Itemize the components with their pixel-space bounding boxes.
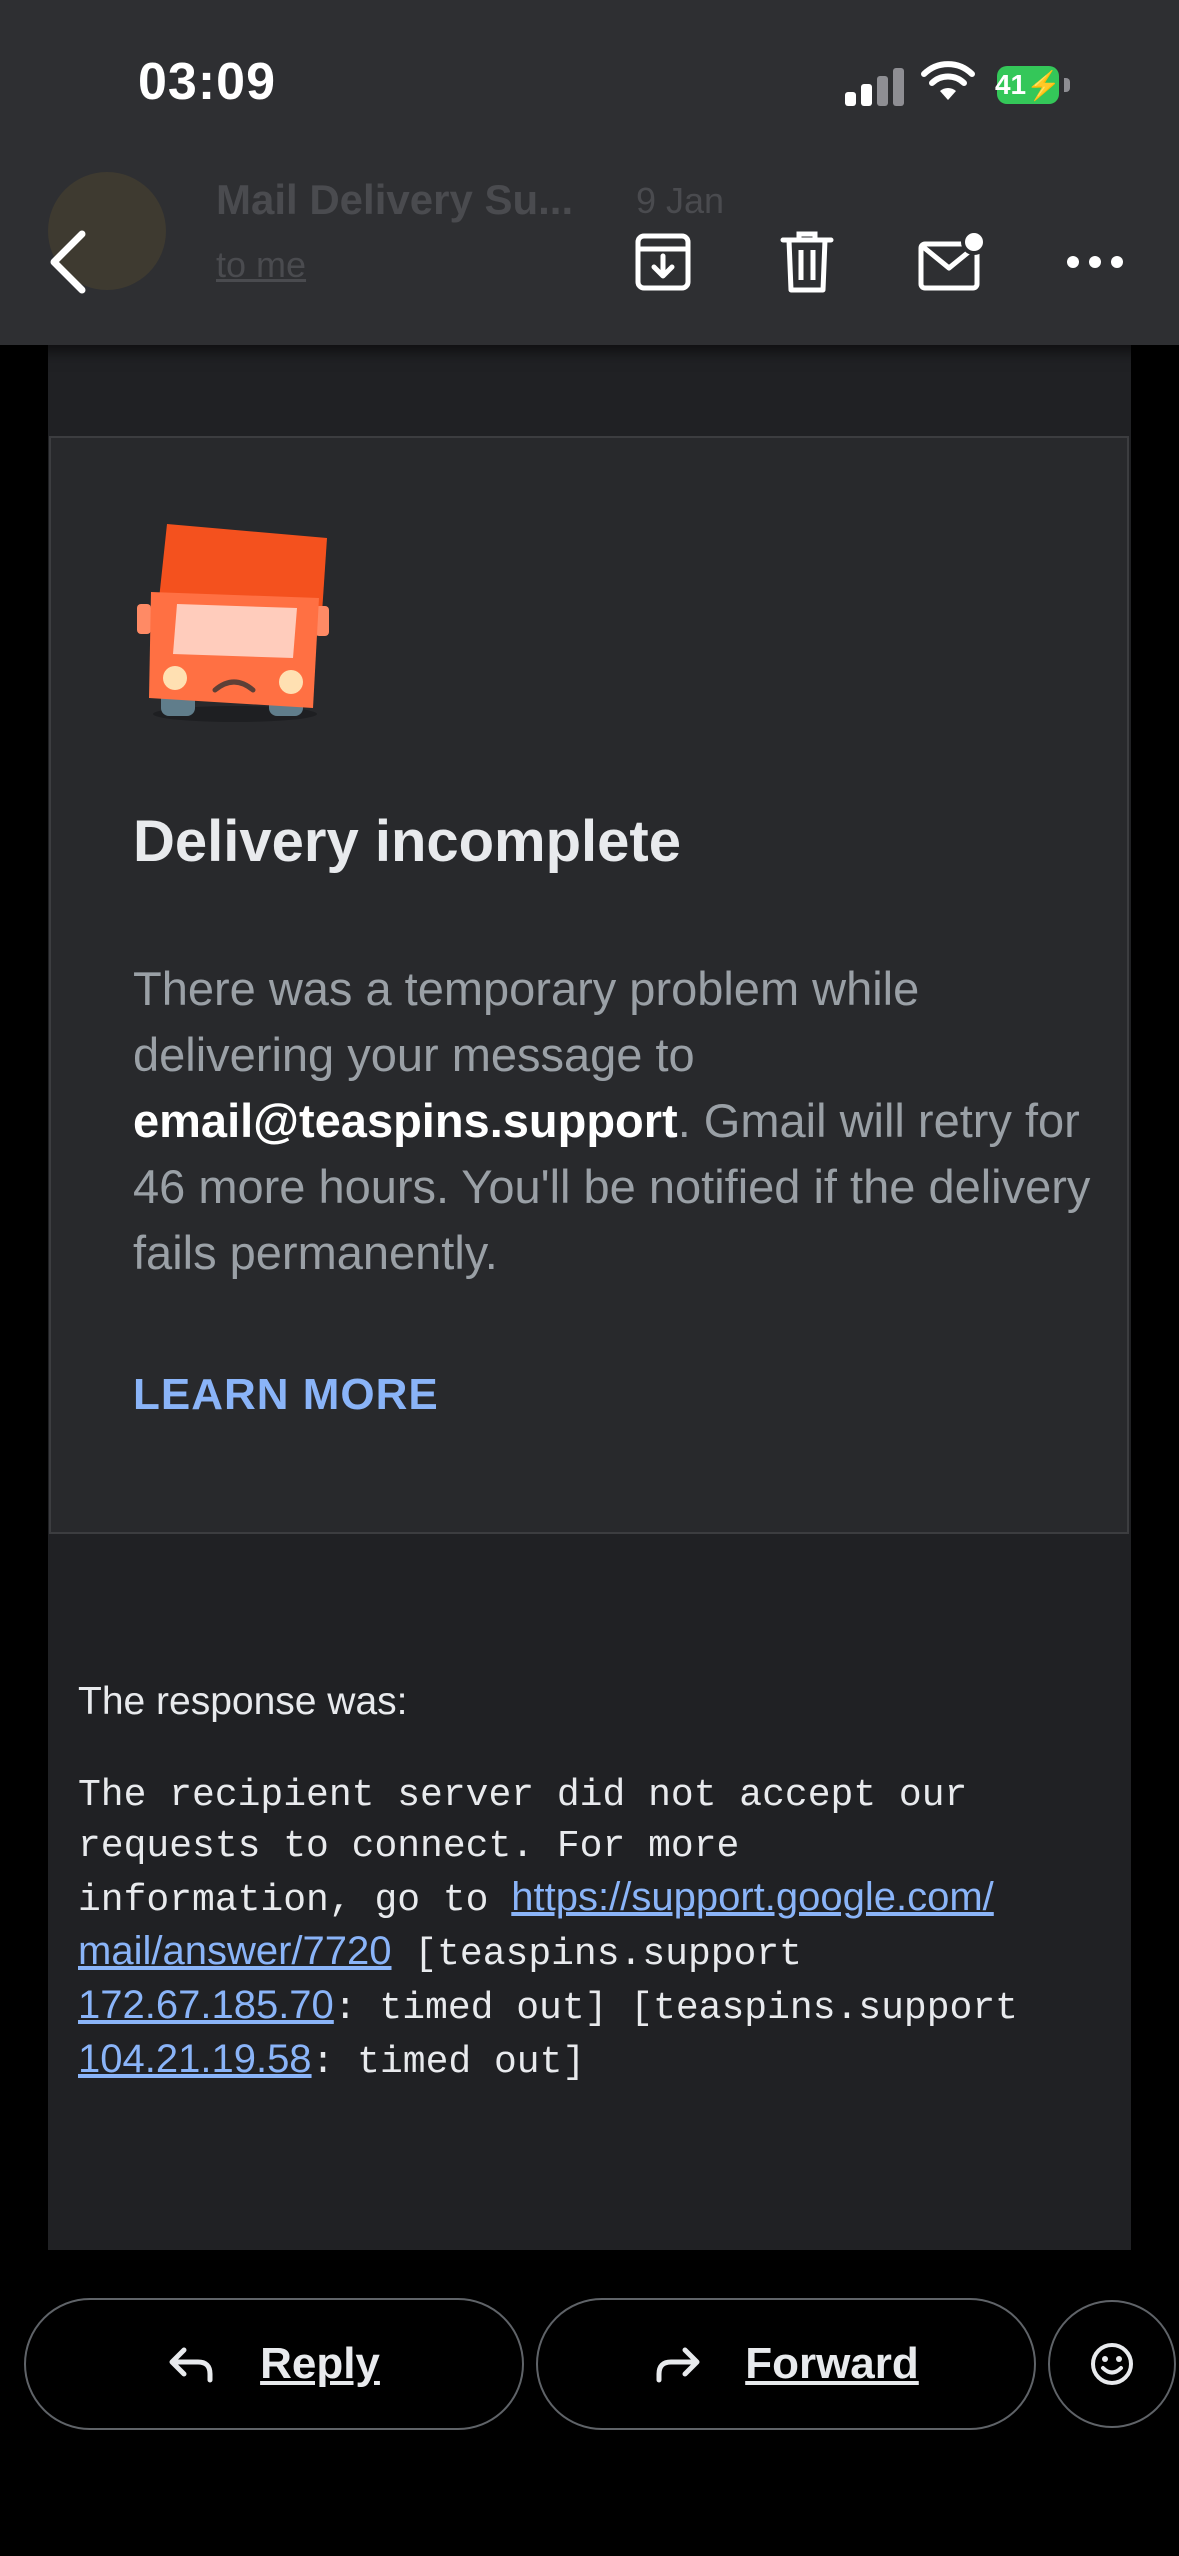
ip-link-1[interactable]: 172.67.185.70 — [78, 1983, 334, 2027]
card-title: Delivery incomplete — [133, 809, 681, 874]
reply-icon — [169, 2347, 213, 2383]
support-link[interactable]: https://support.google.com/ — [511, 1875, 994, 1919]
response-line-3: information, go to — [78, 1879, 512, 1922]
status-time: 03:09 — [138, 53, 276, 111]
signal-icon — [845, 66, 905, 106]
battery-level: 41 — [994, 69, 1027, 100]
forward-label: Forward — [745, 2339, 919, 2388]
forward-button[interactable]: Forward — [536, 2298, 1036, 2430]
delivery-status-card: Delivery incomplete There was a temporar… — [49, 436, 1129, 1534]
recipient-label: to me — [216, 244, 307, 285]
battery-icon: 41 ⚡ — [994, 66, 1061, 104]
support-link-continued[interactable]: mail/answer/7720 — [78, 1929, 392, 1973]
delivery-truck-icon — [137, 524, 329, 722]
response-line-4: [teaspins.support — [391, 1933, 802, 1976]
response-line-5: : timed out] [teaspins.support — [333, 1987, 1018, 2030]
trash-icon[interactable] — [767, 222, 847, 302]
forward-icon — [656, 2347, 700, 2383]
sender-name: Mail Delivery Su... — [216, 176, 574, 223]
message-text-pre: There was a temporary problem while deli… — [133, 962, 920, 1081]
back-icon[interactable] — [40, 222, 100, 302]
wifi-icon — [921, 61, 975, 100]
recipient-email: email@teaspins.support — [133, 1094, 678, 1147]
mark-unread-icon[interactable] — [911, 222, 991, 302]
reply-button[interactable]: Reply — [24, 2298, 524, 2430]
reply-label: Reply — [260, 2339, 380, 2388]
more-options-icon[interactable] — [1055, 222, 1135, 302]
response-label: The response was: — [78, 1680, 408, 1723]
card-message: There was a temporary problem while deli… — [133, 956, 1093, 1286]
emoji-reaction-button[interactable] — [1048, 2300, 1176, 2428]
top-toolbar: 03:09 41 ⚡ Mail Delivery Su... 9 Jan to m… — [0, 0, 1179, 345]
message-date: 9 Jan — [636, 180, 725, 221]
battery-nub — [1064, 78, 1070, 92]
response-line-1: The recipient server did not accept our — [78, 1774, 968, 1817]
ip-link-2[interactable]: 104.21.19.58 — [78, 2037, 312, 2081]
learn-more-link[interactable]: LEARN MORE — [133, 1370, 439, 1420]
response-line-6: : timed out] — [311, 2041, 586, 2084]
response-details: The recipient server did not accept our … — [78, 1770, 1138, 2088]
emoji-icon — [1091, 2343, 1133, 2385]
response-line-2: requests to connect. For more — [78, 1825, 740, 1868]
archive-icon[interactable] — [623, 222, 703, 302]
